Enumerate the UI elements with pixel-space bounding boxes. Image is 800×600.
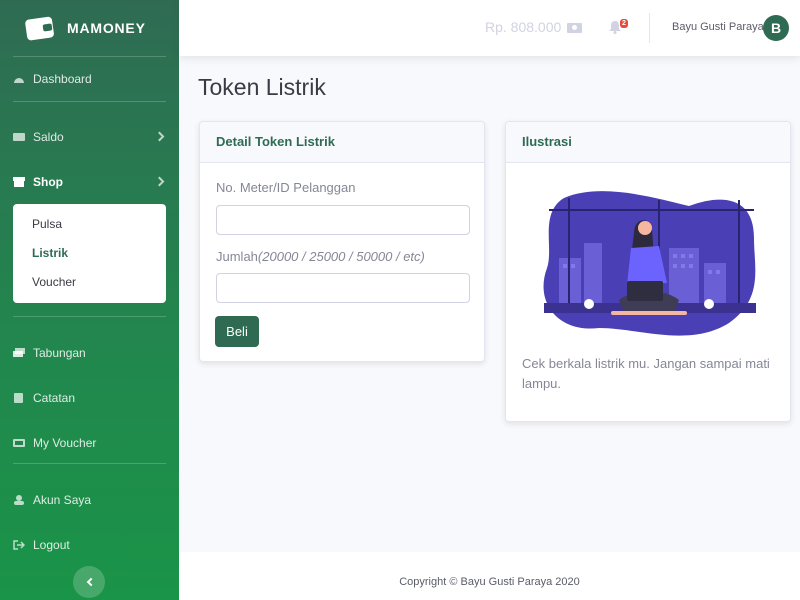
topbar-divider bbox=[649, 13, 650, 43]
chevron-right-icon bbox=[154, 131, 165, 141]
illustration-card: Ilustrasi Cek berkala listrik mu. Jangan… bbox=[505, 121, 791, 422]
amount-label-text: Jumlah bbox=[216, 249, 258, 264]
page-title: Token Listrik bbox=[198, 74, 326, 100]
sidebar-divider bbox=[13, 316, 166, 317]
amount-input[interactable] bbox=[216, 273, 470, 303]
token-form-card: Detail Token Listrik No. Meter/ID Pelang… bbox=[199, 121, 485, 362]
store-icon bbox=[13, 176, 25, 187]
avatar[interactable]: B bbox=[763, 15, 789, 41]
sidebar-item-tabungan[interactable]: Tabungan bbox=[0, 330, 179, 375]
sidebar-item-label: Saldo bbox=[33, 129, 64, 144]
woman-laptop-illustration bbox=[543, 191, 756, 336]
sidebar: MAMONEY Dashboard Saldo Shop Pulsa Listr… bbox=[0, 0, 179, 600]
ticket-icon bbox=[13, 438, 25, 447]
submenu-item-pulsa[interactable]: Pulsa bbox=[13, 210, 166, 239]
sidebar-item-dashboard[interactable]: Dashboard bbox=[0, 57, 179, 101]
sidebar-divider bbox=[13, 463, 166, 464]
copyright-text: Copyright © Bayu Gusti Paraya 2020 bbox=[399, 576, 580, 588]
wallet-card-icon bbox=[13, 132, 25, 141]
sidebar-toggle-button[interactable] bbox=[73, 566, 105, 598]
sidebar-item-logout[interactable]: Logout bbox=[0, 522, 179, 567]
brand-name: MAMONEY bbox=[67, 20, 146, 36]
sidebar-item-label: Shop bbox=[33, 174, 63, 189]
brand[interactable]: MAMONEY bbox=[0, 0, 179, 56]
topbar: Rp. 808.000 2 Bayu Gusti Paraya B bbox=[179, 0, 800, 56]
sidebar-item-label: My Voucher bbox=[33, 435, 97, 450]
sidebar-divider bbox=[13, 101, 166, 102]
sidebar-item-label: Catatan bbox=[33, 390, 76, 405]
money-stack-icon bbox=[13, 347, 25, 357]
note-icon bbox=[14, 392, 23, 403]
chevron-right-icon bbox=[154, 176, 165, 186]
illustration-description: Cek berkala listrik mu. Jangan sampai ma… bbox=[522, 356, 770, 391]
sidebar-item-akun-saya[interactable]: Akun Saya bbox=[0, 477, 179, 522]
balance-amount: Rp. 808.000 bbox=[485, 19, 562, 35]
wallet-icon bbox=[25, 16, 54, 41]
notification-badge: 2 bbox=[620, 19, 628, 28]
money-bill-icon bbox=[567, 23, 582, 33]
sidebar-item-saldo[interactable]: Saldo bbox=[0, 114, 179, 159]
user-name[interactable]: Bayu Gusti Paraya bbox=[672, 21, 764, 33]
sign-out-icon bbox=[13, 539, 25, 550]
dashboard-icon bbox=[14, 78, 24, 83]
sidebar-item-label: Akun Saya bbox=[33, 492, 92, 507]
meter-label: No. Meter/ID Pelanggan bbox=[216, 180, 356, 195]
card-title: Detail Token Listrik bbox=[200, 122, 484, 163]
sidebar-item-label: Logout bbox=[33, 537, 70, 552]
sidebar-item-label: Tabungan bbox=[33, 345, 86, 360]
amount-label: Jumlah(20000 / 25000 / 50000 / etc) bbox=[216, 249, 425, 264]
sidebar-item-my-voucher[interactable]: My Voucher bbox=[0, 420, 179, 465]
meter-id-input[interactable] bbox=[216, 205, 470, 235]
buy-button[interactable]: Beli bbox=[215, 316, 259, 347]
amount-hint: (20000 / 25000 / 50000 / etc) bbox=[257, 249, 425, 264]
footer: Copyright © Bayu Gusti Paraya 2020 bbox=[179, 552, 800, 600]
chevron-left-icon bbox=[86, 577, 95, 587]
submenu-item-voucher[interactable]: Voucher bbox=[13, 268, 166, 297]
sidebar-item-catatan[interactable]: Catatan bbox=[0, 375, 179, 420]
sidebar-item-shop[interactable]: Shop bbox=[0, 159, 179, 204]
user-icon bbox=[14, 494, 24, 505]
shop-submenu: Pulsa Listrik Voucher bbox=[13, 204, 166, 303]
card-title: Ilustrasi bbox=[506, 122, 790, 163]
sidebar-item-label: Dashboard bbox=[33, 72, 92, 86]
submenu-item-listrik[interactable]: Listrik bbox=[13, 239, 166, 268]
